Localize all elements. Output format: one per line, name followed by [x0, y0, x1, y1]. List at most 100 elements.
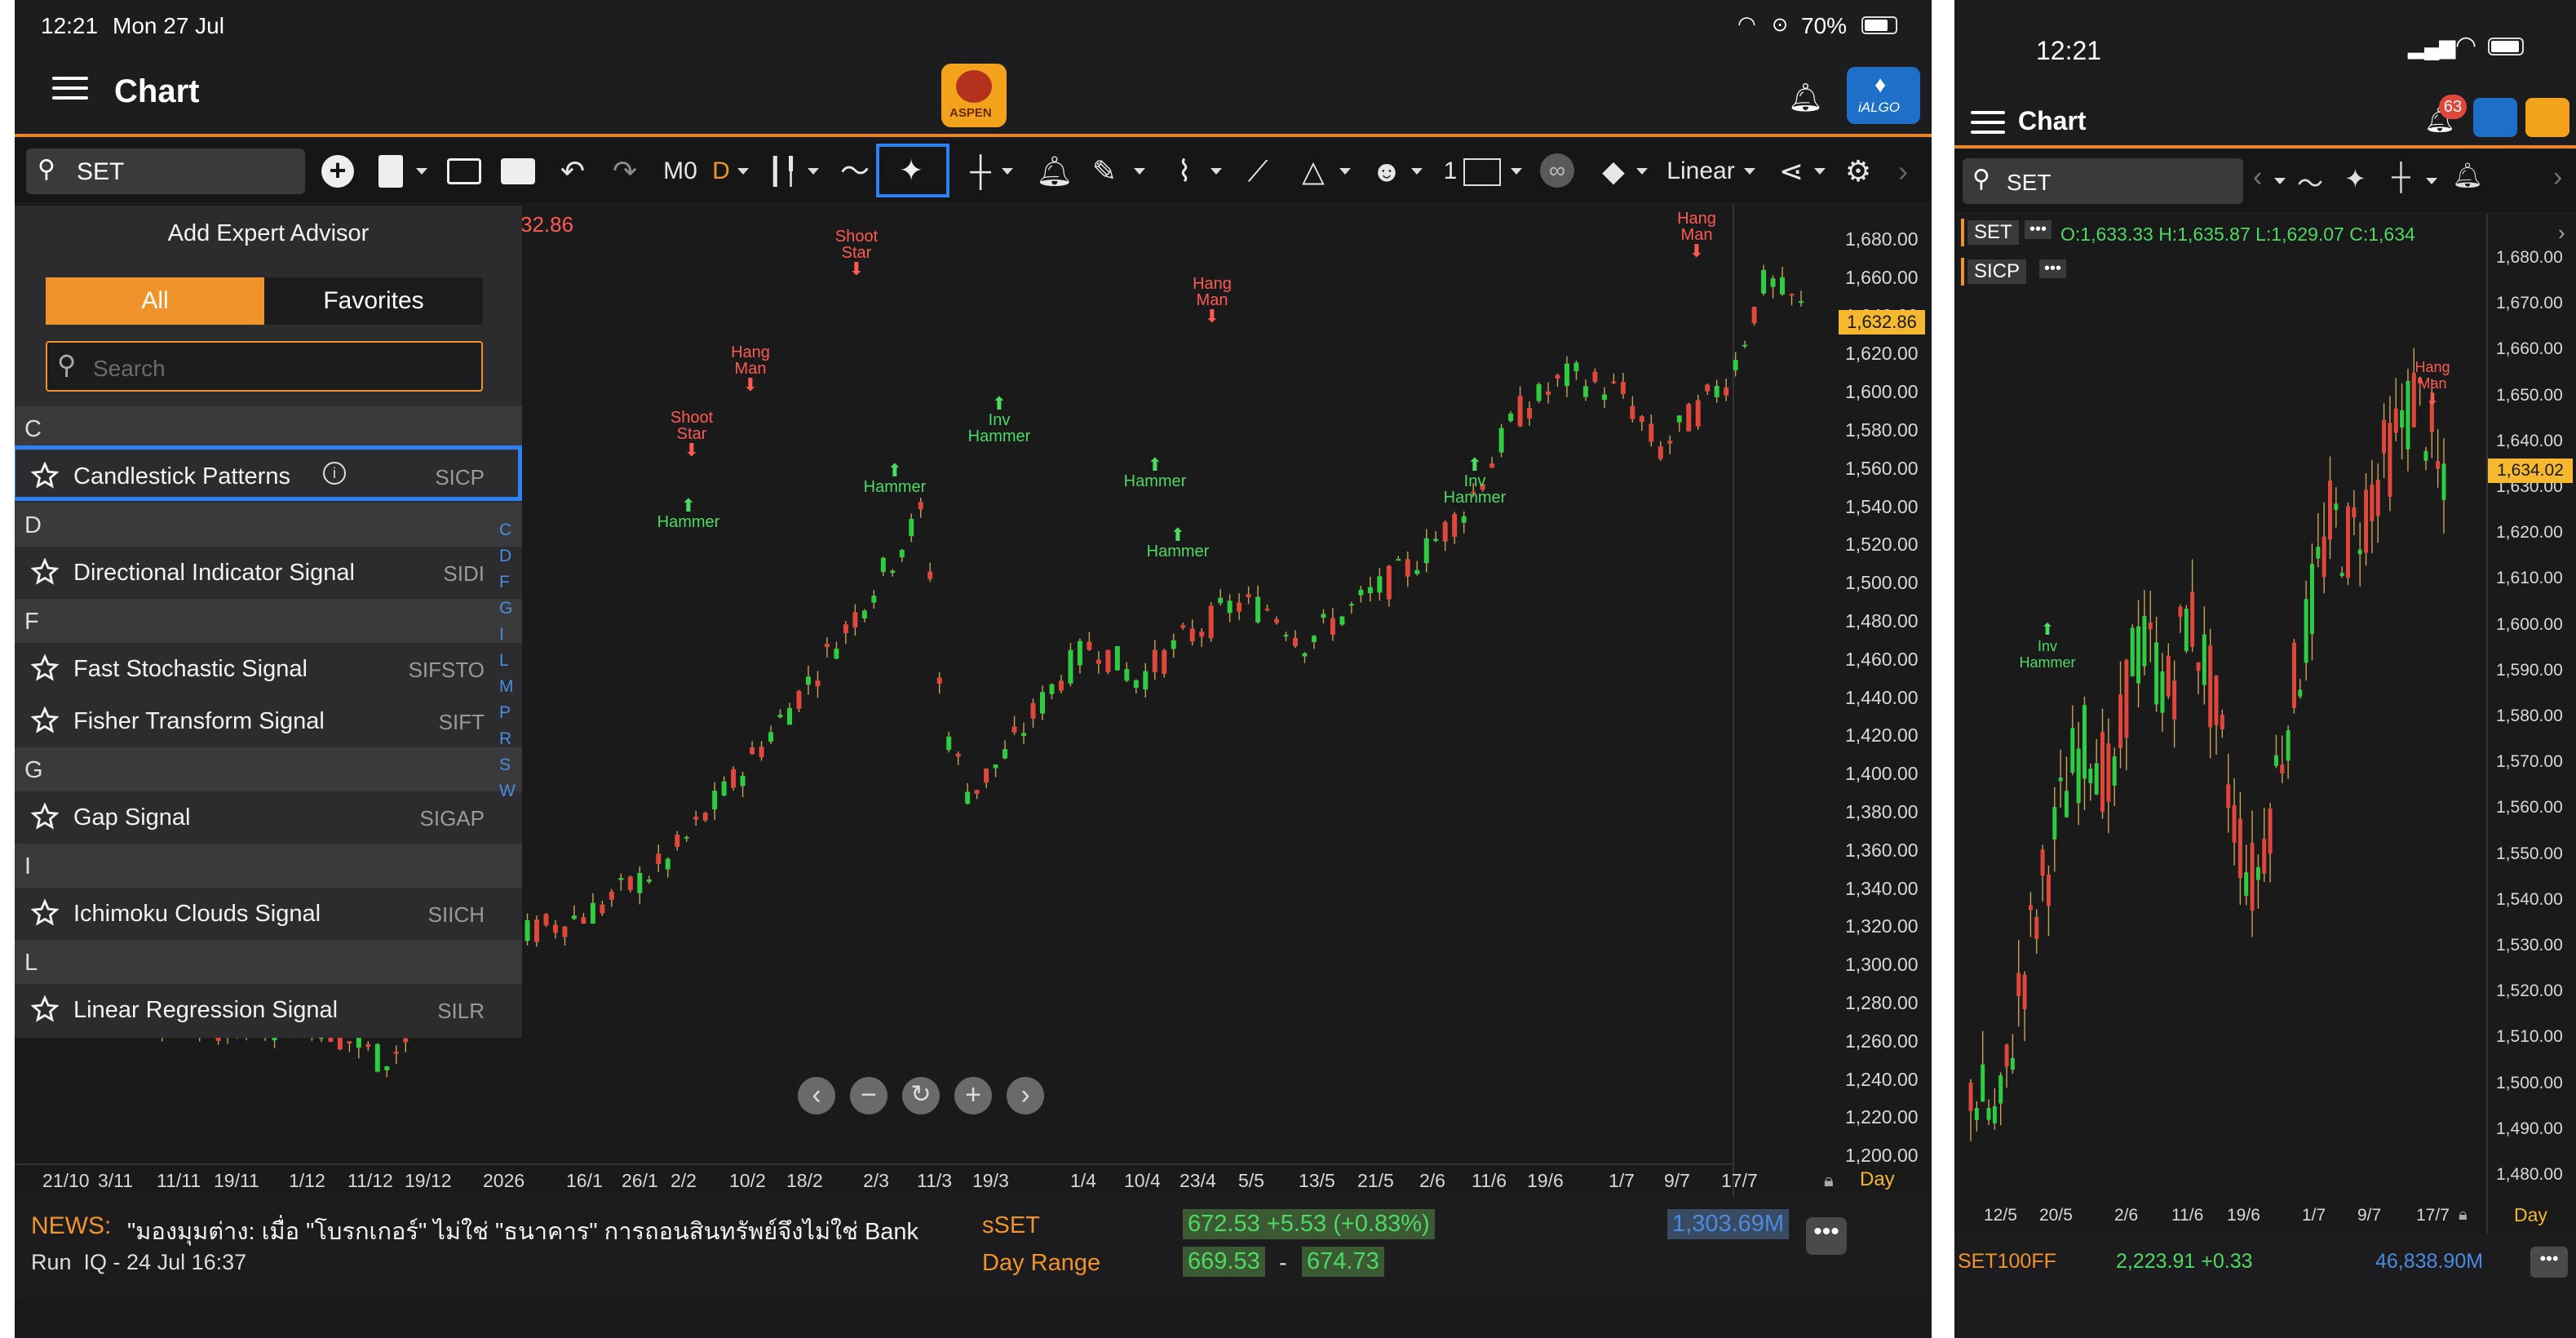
advisor-search-input[interactable]: ⚲ Search	[46, 341, 483, 392]
reset-zoom-icon[interactable]: ↻	[902, 1077, 940, 1114]
index-letter[interactable]: C	[499, 521, 511, 540]
index-letter[interactable]: G	[499, 599, 512, 618]
phone-chart-canvas[interactable]	[1954, 214, 2576, 1234]
index-letter[interactable]: P	[499, 703, 511, 723]
indicator-options-icon[interactable]: •••	[2039, 259, 2067, 278]
index-letter[interactable]: W	[499, 782, 516, 801]
expert-advisor-button[interactable]: ✦	[876, 144, 949, 197]
expert-advisor-icon[interactable]: ✦	[2344, 163, 2366, 194]
algo-logo[interactable]: iALGO ♦	[1847, 67, 1920, 124]
scroll-left-icon[interactable]: ‹	[798, 1077, 835, 1114]
lock-icon[interactable]: 🔒︎	[1824, 1170, 1834, 1191]
favorite-star-icon[interactable]	[31, 558, 59, 586]
favorite-star-icon[interactable]	[31, 995, 59, 1023]
tab-favorites[interactable]: Favorites	[264, 277, 483, 325]
interval-selector[interactable]: D	[710, 152, 733, 191]
color-swatch[interactable]	[1463, 158, 1501, 186]
favorite-star-icon[interactable]	[31, 899, 59, 927]
advisor-item[interactable]: Ichimoku Clouds Signal SIICH	[15, 888, 522, 940]
favorite-star-icon[interactable]	[31, 654, 59, 682]
crosshair-caret-icon[interactable]	[1002, 168, 1013, 175]
period-selector[interactable]: M0	[659, 152, 702, 191]
zoom-out-icon[interactable]: −	[850, 1077, 887, 1114]
brush-size[interactable]: 1	[1442, 152, 1458, 191]
advisor-item[interactable]: Fisher Transform Signal SIFT	[15, 695, 522, 747]
add-circle-icon[interactable]: +	[318, 152, 357, 191]
series-symbol-chip[interactable]: SET	[1967, 220, 2019, 245]
chart-style-caret-icon[interactable]	[808, 168, 819, 175]
menu-icon[interactable]	[1971, 104, 2005, 140]
bell-icon[interactable]: 🔔︎	[1788, 82, 1823, 114]
advisor-item[interactable]: Fast Stochastic Signal SIFSTO	[15, 643, 522, 695]
index-letter[interactable]: S	[499, 755, 511, 775]
tag-icon[interactable]: ◆	[1597, 152, 1630, 191]
x-axis-unit[interactable]: Day	[1860, 1168, 1895, 1191]
candlestick-type-icon[interactable]: ┃╿	[765, 152, 801, 191]
index-letter[interactable]: D	[499, 547, 511, 566]
new-document-icon[interactable]	[374, 152, 406, 191]
advisor-item[interactable]: Linear Regression Signal SILR	[15, 984, 522, 1036]
draw-pencil-icon[interactable]: ✎	[1088, 152, 1121, 191]
emoji-caret-icon[interactable]	[1411, 168, 1423, 175]
favorite-star-icon[interactable]	[31, 707, 59, 734]
undo-icon[interactable]: ↶	[556, 152, 589, 191]
more-options-icon[interactable]: •••	[2530, 1247, 2568, 1278]
scale-selector[interactable]: Linear	[1666, 152, 1736, 191]
redo-icon[interactable]: ↷	[609, 152, 641, 191]
advisor-item[interactable]: Gap Signal SIGAP	[15, 791, 522, 844]
index-letter[interactable]: F	[499, 573, 510, 592]
phone-price-chart[interactable]: SET ••• O:1,633.33 H:1,635.87 L:1,629.07…	[1954, 214, 2576, 1234]
crosshair-icon[interactable]: ┼	[964, 152, 997, 191]
indicator-chip[interactable]: SICP	[1967, 259, 2027, 284]
toolbar-scroll-right-icon[interactable]: ›	[2553, 162, 2562, 193]
tab-all[interactable]: All	[46, 277, 264, 325]
toolbar-scroll-right-icon[interactable]: ›	[1891, 152, 1915, 191]
chart-type-area-icon[interactable]	[499, 152, 537, 191]
phone-x-axis-unit[interactable]: Day	[2514, 1204, 2547, 1226]
dropdown-caret-icon[interactable]	[2274, 178, 2286, 184]
settings-gear-icon[interactable]: ⚙	[1840, 152, 1876, 191]
crosshair-icon[interactable]: ┼	[2392, 162, 2410, 192]
shapes-caret-icon[interactable]	[1339, 168, 1351, 175]
link-icon[interactable]: ∞	[1538, 152, 1574, 191]
alert-bell-icon[interactable]: 🔔︎	[1036, 152, 1073, 191]
footer-symbol[interactable]: SET100FF	[1958, 1250, 2056, 1274]
menu-icon[interactable]	[52, 70, 88, 106]
aspen-logo[interactable]	[2525, 98, 2569, 137]
index-letter[interactable]: I	[499, 625, 504, 645]
emoji-icon[interactable]: ☻	[1370, 152, 1403, 191]
index-letter[interactable]: R	[499, 729, 511, 749]
ohlc-more-icon[interactable]: ›	[2558, 220, 2565, 246]
more-options-icon[interactable]: •••	[1806, 1217, 1847, 1255]
interval-caret-icon[interactable]	[737, 168, 749, 175]
pencil-caret-icon[interactable]	[1134, 168, 1145, 175]
favorite-star-icon[interactable]	[31, 803, 59, 831]
algo-logo[interactable]	[2473, 98, 2517, 137]
tag-caret-icon[interactable]	[1636, 168, 1648, 175]
lock-icon[interactable]: 🔒︎	[2459, 1206, 2468, 1225]
new-document-caret-icon[interactable]	[416, 168, 427, 175]
series-options-icon[interactable]: •••	[2025, 220, 2052, 239]
symbol-search[interactable]: ⚲ SET	[26, 148, 305, 194]
shapes-icon[interactable]: △	[1295, 152, 1331, 191]
open-folder-chart-icon[interactable]	[445, 152, 483, 191]
crosshair-caret-icon[interactable]	[2426, 178, 2437, 184]
toolbar-scroll-left-icon[interactable]: ‹	[2253, 162, 2262, 193]
quote-symbol[interactable]: sSET	[982, 1212, 1040, 1239]
scale-caret-icon[interactable]	[1744, 168, 1755, 175]
line-tool-caret-icon[interactable]	[1211, 168, 1222, 175]
ruler-icon[interactable]: ⟋	[1242, 152, 1274, 191]
share-caret-icon[interactable]	[1814, 168, 1826, 175]
share-icon[interactable]: ⋖	[1775, 152, 1808, 191]
symbol-search[interactable]: ⚲ SET	[1963, 158, 2243, 204]
news-headline[interactable]: "มองมุมต่าง: เมื่อ "โบรกเกอร์" ไม่ใช่ "ธ…	[127, 1212, 959, 1250]
color-caret-icon[interactable]	[1511, 168, 1522, 175]
trend-line-tool-icon[interactable]: ⌇	[1166, 152, 1202, 191]
alert-bell-icon[interactable]: 🔔︎	[2452, 162, 2483, 190]
indicator-icon[interactable]: 〜	[2297, 163, 2323, 201]
index-letter[interactable]: M	[499, 677, 514, 697]
advisor-item[interactable]: Directional Indicator Signal SIDI	[15, 547, 522, 599]
zoom-in-icon[interactable]: +	[954, 1077, 992, 1114]
indicator-icon[interactable]: 〜	[839, 152, 871, 191]
scroll-right-icon[interactable]: ›	[1007, 1077, 1044, 1114]
